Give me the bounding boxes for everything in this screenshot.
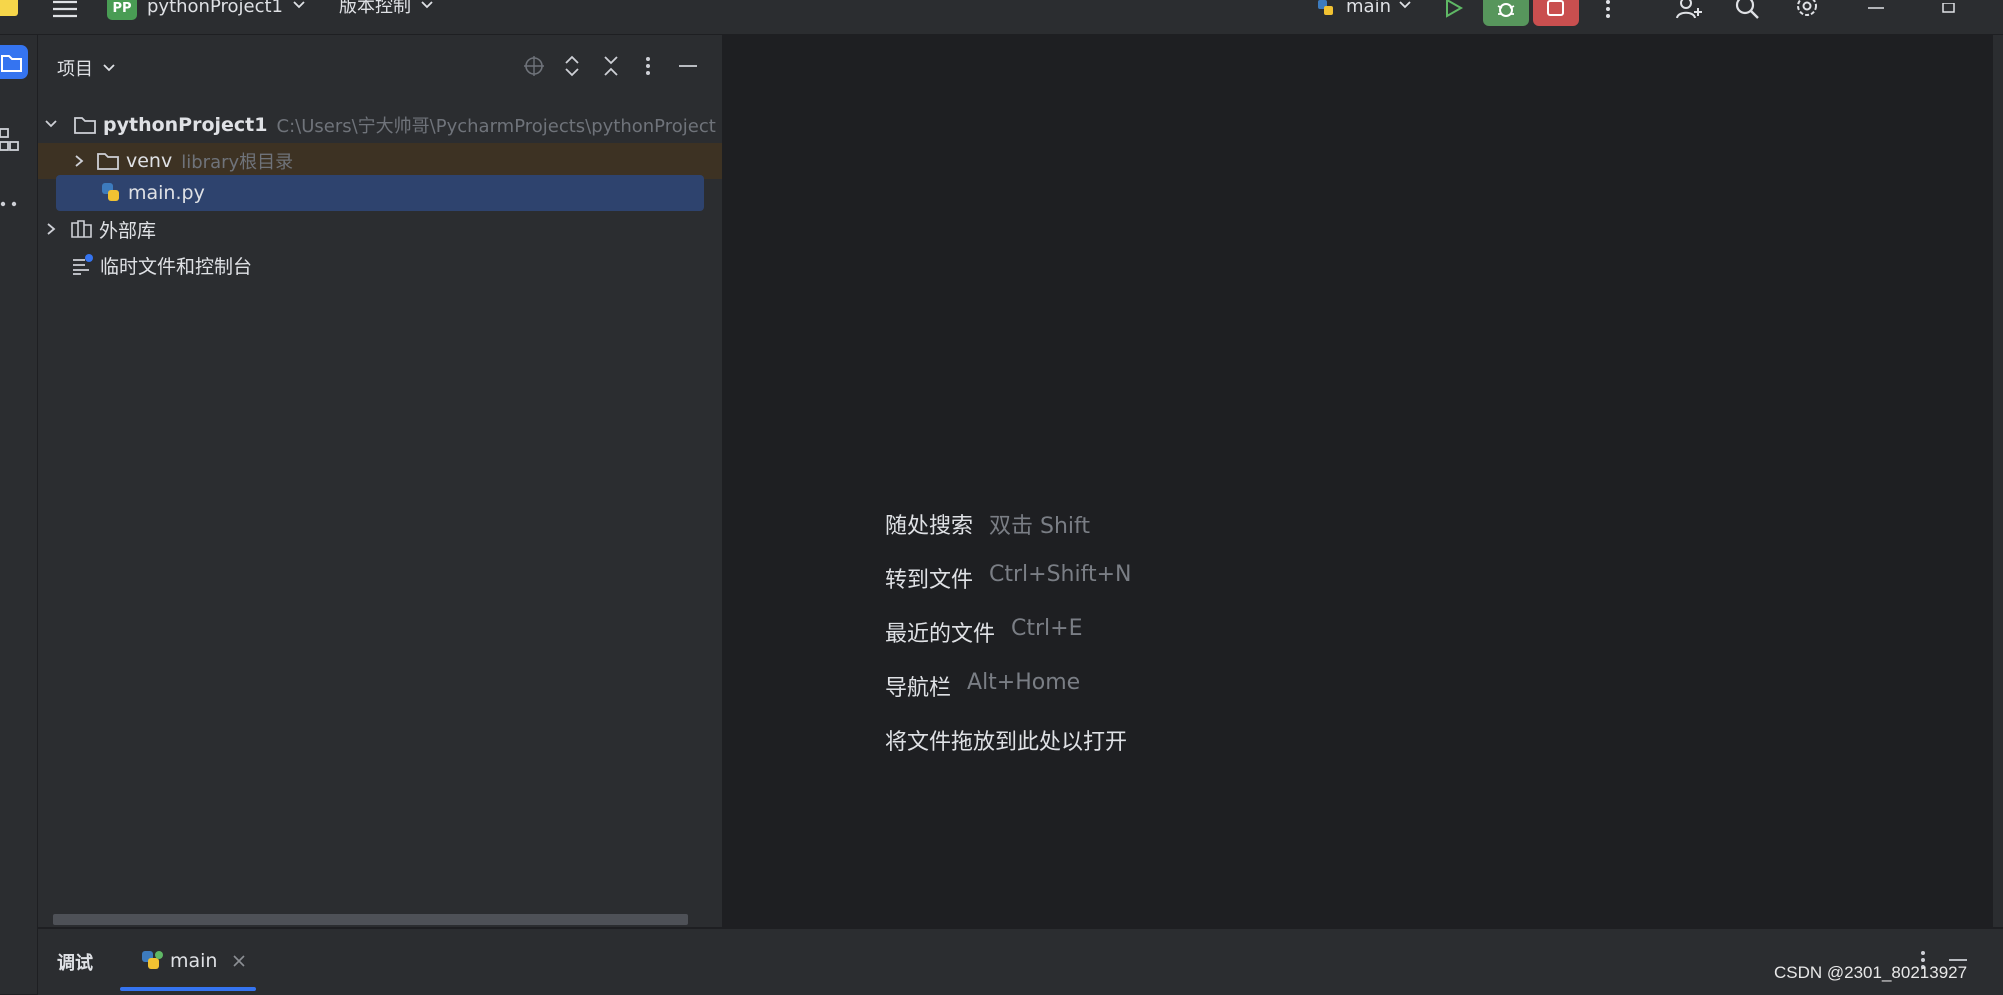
- chevron-down-icon: [421, 1, 433, 9]
- run-config-name: main: [1346, 0, 1391, 17]
- python-debug-icon: [142, 951, 163, 969]
- python-file-icon: [102, 183, 119, 201]
- project-panel: 项目 pythonProject1 C:\Users\宁大帅哥\PycharmP…: [38, 35, 723, 927]
- hint-shortcut: Ctrl+E: [1011, 616, 1083, 641]
- hint-search-everywhere: 随处搜索 双击 Shift: [885, 508, 1090, 540]
- chevron-down-icon: [1399, 1, 1411, 9]
- tree-row-root[interactable]: pythonProject1 C:\Users\宁大帅哥\PycharmProj…: [38, 107, 722, 143]
- main-py-name: main.py: [128, 182, 205, 204]
- root-folder-path: C:\Users\宁大帅哥\PycharmProjects\pythonProj…: [276, 116, 716, 137]
- project-name: pythonProject1: [147, 0, 284, 17]
- horizontal-scrollbar[interactable]: [53, 914, 688, 925]
- editor-area[interactable]: 随处搜索 双击 Shift 转到文件 Ctrl+Shift+N 最近的文件 Ct…: [723, 35, 1991, 927]
- collapse-all-icon[interactable]: [601, 55, 621, 77]
- project-badge: PP: [107, 0, 137, 20]
- project-panel-title: 项目: [57, 59, 93, 80]
- expand-all-icon[interactable]: [562, 55, 582, 77]
- library-icon: [71, 220, 92, 238]
- hint-shortcut: Alt+Home: [967, 670, 1081, 695]
- scratches-label: 临时文件和控制台: [100, 255, 253, 278]
- stop-icon[interactable]: [1533, 0, 1579, 26]
- hint-label: 最近的文件: [885, 622, 996, 647]
- debug-tool-window-bar: 调试 main: [38, 928, 2003, 995]
- hint-drop-files: 将文件拖放到此处以打开: [885, 724, 1127, 756]
- chevron-right-icon: [47, 223, 56, 235]
- structure-icon[interactable]: [0, 127, 22, 157]
- hint-label: 随处搜索: [885, 514, 974, 539]
- hint-label: 转到文件: [885, 568, 974, 593]
- minimize-icon[interactable]: [1866, 0, 1886, 10]
- tree-row-venv[interactable]: venv library根目录: [38, 143, 722, 179]
- app-logo-icon: [0, 0, 18, 16]
- hint-navigation-bar: 导航栏 Alt+Home: [885, 670, 1080, 702]
- scratch-icon: [73, 254, 93, 275]
- project-panel-header[interactable]: 项目: [57, 55, 117, 81]
- more-icon[interactable]: [1600, 0, 1616, 20]
- left-tool-strip: [0, 35, 38, 994]
- root-folder-name: pythonProject1: [103, 114, 268, 136]
- folder-icon: [74, 117, 96, 134]
- debug-tab-label: main: [170, 950, 218, 972]
- hint-recent-files: 最近的文件 Ctrl+E: [885, 616, 1083, 648]
- folder-icon: [97, 153, 119, 170]
- active-tab-underline: [120, 987, 256, 991]
- hamburger-icon[interactable]: [52, 0, 78, 18]
- vcs-menu[interactable]: 版本控制: [339, 0, 435, 22]
- locate-icon[interactable]: [523, 55, 545, 77]
- tree-row-main-py[interactable]: main.py: [56, 175, 704, 211]
- more-tools-icon[interactable]: [0, 195, 22, 207]
- hint-shortcut: 双击 Shift: [989, 514, 1091, 539]
- run-config-selector[interactable]: main: [1316, 0, 1413, 22]
- folder-icon: [1, 55, 22, 72]
- external-libs-label: 外部库: [99, 219, 157, 242]
- close-icon[interactable]: [231, 953, 247, 969]
- hint-go-to-file: 转到文件 Ctrl+Shift+N: [885, 562, 1132, 594]
- add-user-icon[interactable]: [1675, 0, 1703, 22]
- python-icon: [1318, 0, 1333, 15]
- title-bar: PP pythonProject1 版本控制 main: [0, 0, 2003, 35]
- hint-label: 将文件拖放到此处以打开: [885, 730, 1128, 755]
- chevron-down-icon: [45, 120, 57, 128]
- chevron-down-icon: [293, 1, 305, 9]
- chevron-down-icon: [103, 64, 115, 72]
- debug-icon[interactable]: [1483, 0, 1529, 26]
- watermark: CSDN @2301_80213927: [1774, 963, 1968, 982]
- maximize-icon[interactable]: [1940, 0, 1958, 13]
- debug-tab-main[interactable]: main: [140, 945, 247, 977]
- hint-label: 导航栏: [885, 676, 952, 701]
- run-icon[interactable]: [1443, 0, 1465, 20]
- hint-shortcut: Ctrl+Shift+N: [989, 562, 1132, 587]
- project-selector[interactable]: PP pythonProject1: [107, 0, 307, 22]
- venv-note: library根目录: [181, 152, 294, 173]
- vcs-label: 版本控制: [339, 0, 411, 17]
- project-tool-button[interactable]: [0, 45, 28, 79]
- hide-panel-icon[interactable]: [678, 55, 698, 77]
- tree-row-scratches[interactable]: 临时文件和控制台: [38, 247, 722, 283]
- chevron-right-icon: [75, 155, 84, 167]
- debug-label: 调试: [57, 953, 93, 974]
- right-tool-strip: [1992, 35, 2003, 927]
- tree-row-external-libs[interactable]: 外部库: [38, 211, 722, 247]
- more-icon[interactable]: [640, 55, 656, 77]
- settings-icon[interactable]: [1794, 0, 1820, 22]
- search-icon[interactable]: [1734, 0, 1760, 24]
- venv-folder-name: venv: [126, 150, 173, 172]
